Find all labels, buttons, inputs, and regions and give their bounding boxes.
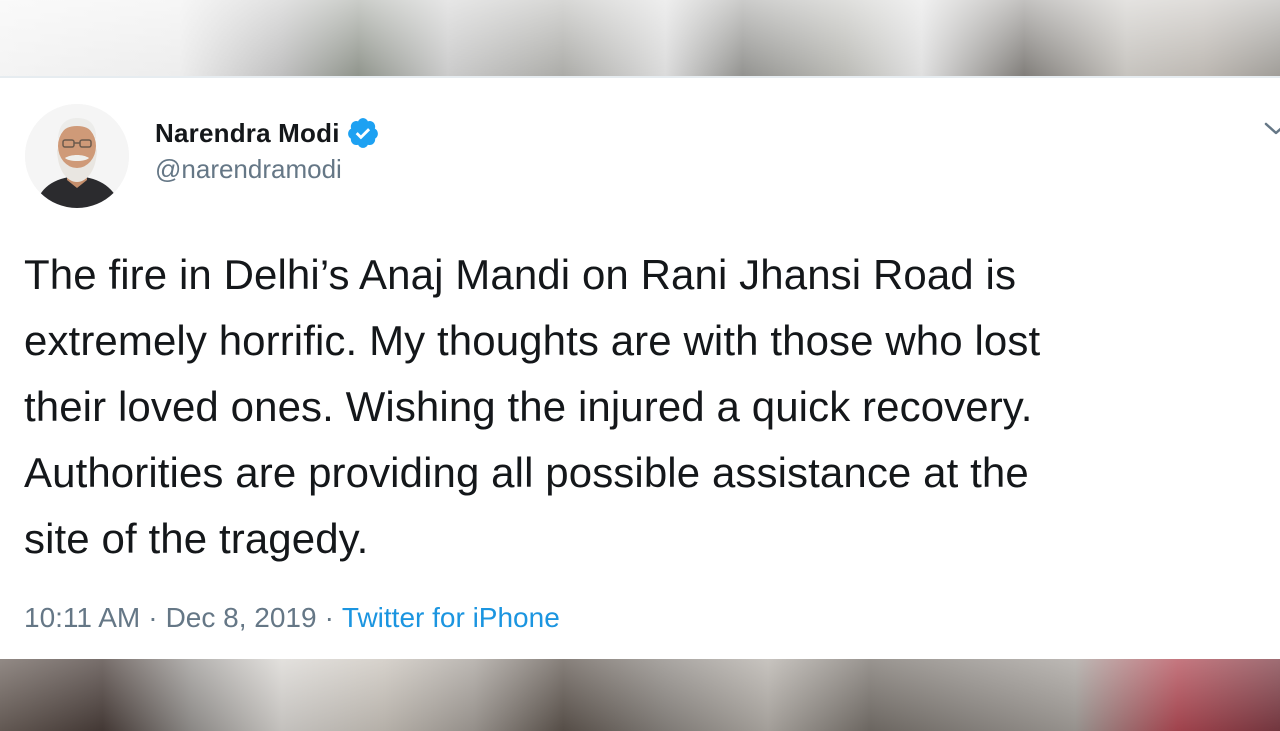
avatar[interactable] <box>25 104 129 208</box>
tweet-date[interactable]: Dec 8, 2019 <box>166 602 317 633</box>
chevron-down-icon[interactable] <box>1264 120 1280 138</box>
background-photo-top <box>0 0 1280 76</box>
author-name-row: Narendra Modi <box>155 116 380 150</box>
background-photo-bottom <box>0 659 1280 731</box>
tweet-time[interactable]: 10:11 AM <box>24 602 140 633</box>
meta-separator-2: · <box>324 602 334 633</box>
tweet-card: Narendra Modi @narendramodi The fire in … <box>0 76 1280 659</box>
verified-badge-icon <box>346 116 380 150</box>
tweet-meta: 10:11 AM · Dec 8, 2019 · Twitter for iPhone <box>24 602 560 634</box>
author-block: Narendra Modi @narendramodi <box>155 116 380 185</box>
meta-separator: · <box>148 602 158 633</box>
tweet-source-link[interactable]: Twitter for iPhone <box>342 602 560 633</box>
avatar-image <box>25 104 129 208</box>
screenshot-stage: Narendra Modi @narendramodi The fire in … <box>0 0 1280 731</box>
author-name[interactable]: Narendra Modi <box>155 118 340 149</box>
author-handle[interactable]: @narendramodi <box>155 154 380 185</box>
tweet-text: The fire in Delhi’s Anaj Mandi on Rani J… <box>24 251 1041 562</box>
